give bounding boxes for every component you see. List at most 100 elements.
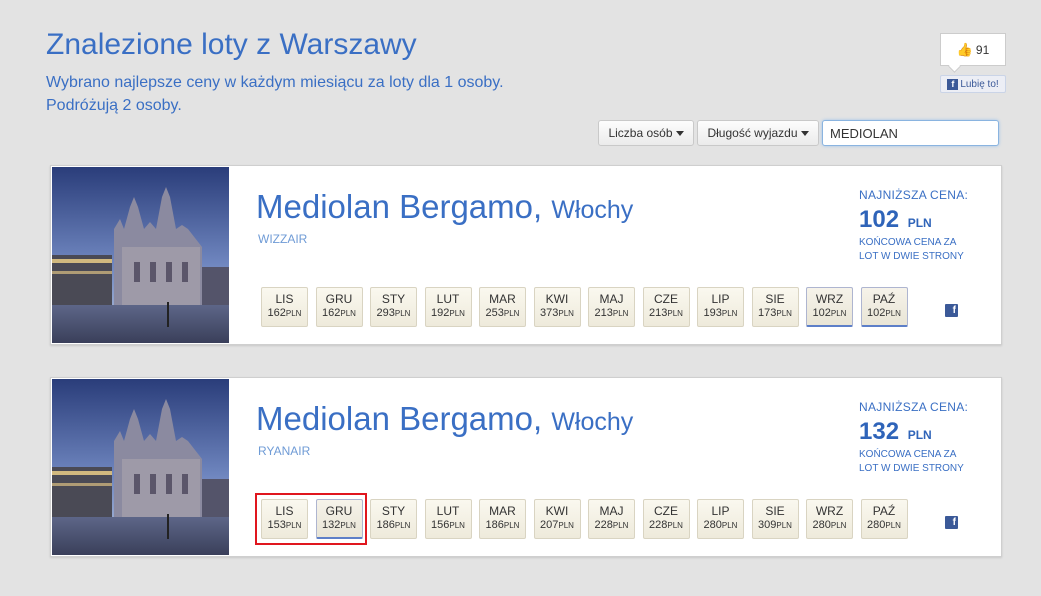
month-price-button[interactable]: PAŹ 102PLN <box>860 287 908 327</box>
facebook-like-button[interactable]: f Lubię to! <box>940 75 1006 93</box>
month-price-value: 192 <box>431 307 450 319</box>
month-price-currency: PLN <box>885 521 901 530</box>
destination-photo <box>52 167 229 343</box>
month-price-button[interactable]: LIP 193PLN <box>697 287 744 327</box>
like-count: 91 <box>975 42 990 57</box>
result-card[interactable]: Mediolan Bergamo, Włochy WIZZAIR NAJNIŻS… <box>50 165 1002 345</box>
month-price-button[interactable]: MAJ 228PLN <box>588 499 635 539</box>
trip-length-dropdown[interactable]: Długość wyjazdu <box>697 120 819 146</box>
facebook-share-button[interactable]: f <box>945 304 958 317</box>
month-label: WRZ <box>815 504 844 518</box>
month-price-button[interactable]: LIP 280PLN <box>697 499 744 539</box>
month-price-currency: PLN <box>503 309 520 318</box>
result-card[interactable]: Mediolan Bergamo, Włochy RYANAIR NAJNIŻS… <box>50 377 1002 557</box>
destination-photo <box>52 379 229 555</box>
month-price: 373PLN <box>535 307 580 319</box>
month-label: LIP <box>711 504 730 518</box>
month-price-button[interactable]: WRZ 102PLN <box>806 287 853 327</box>
month-price: 102PLN <box>862 307 907 319</box>
month-price-button[interactable]: CZE 213PLN <box>642 287 690 327</box>
subtitle-line-2: Podróżują 2 osoby. <box>46 97 182 114</box>
month-label: SIE <box>765 292 785 306</box>
month-price-value: 186 <box>376 519 395 531</box>
page-title: Znalezione loty z Warszawy <box>46 28 417 61</box>
month-price-currency: PLN <box>830 521 847 530</box>
month-price-button[interactable]: LUT 192PLN <box>424 287 472 327</box>
month-price-button[interactable]: STY 293PLN <box>370 287 417 327</box>
month-price-button[interactable]: SIE 309PLN <box>751 499 799 539</box>
month-price: 213PLN <box>644 307 689 319</box>
lowest-price-block: NAJNIŻSZA CENA: 132 PLN KOŃCOWA CENA ZA … <box>859 400 989 476</box>
month-price-button[interactable]: GRU 162PLN <box>315 287 363 327</box>
like-button-label: Lubię to! <box>960 78 999 90</box>
subtitle-line-1: Wybrano najlepsze ceny w każdym miesiącu… <box>46 74 504 91</box>
month-price-value: 173 <box>758 307 777 319</box>
month-price-currency: PLN <box>394 521 411 530</box>
country-name: Włochy <box>551 408 634 436</box>
thumbs-up-icon: 👍 <box>956 41 973 57</box>
month-price-currency: PLN <box>285 309 302 318</box>
month-label: LUT <box>436 292 460 306</box>
month-price: 309PLN <box>753 519 798 531</box>
month-label: PAŹ <box>872 292 896 306</box>
month-price: 253PLN <box>480 307 525 319</box>
month-price-value: 293 <box>376 307 395 319</box>
month-price-value: 280 <box>812 519 831 531</box>
month-price-currency: PLN <box>776 521 792 530</box>
month-label: CZE <box>654 504 678 518</box>
month-label: PAŹ <box>872 504 896 518</box>
lowest-price-value: 102 PLN <box>859 206 989 234</box>
month-price: 228PLN <box>589 519 634 531</box>
caret-down-icon <box>800 130 809 136</box>
month-price-button[interactable]: STY 186PLN <box>370 499 417 539</box>
month-price-button[interactable]: MAJ 213PLN <box>588 287 635 327</box>
month-price-button[interactable]: WRZ 280PLN <box>806 499 853 539</box>
month-price-button[interactable]: KWI 207PLN <box>533 499 581 539</box>
month-price-currency: PLN <box>449 309 465 318</box>
persons-dropdown[interactable]: Liczba osób <box>598 120 694 146</box>
month-price-value: 156 <box>431 519 450 531</box>
month-label: KWI <box>545 292 569 306</box>
price-note-line-1: KOŃCOWA CENA ZA <box>859 449 957 460</box>
caret-down-icon <box>675 130 684 136</box>
destination-name[interactable]: Mediolan Bergamo, Włochy <box>256 188 633 226</box>
month-price-value: 162 <box>322 307 341 319</box>
month-price: 102PLN <box>807 307 852 319</box>
month-price: 162PLN <box>262 307 307 319</box>
facebook-icon: f <box>947 78 959 90</box>
month-price: 280PLN <box>698 519 743 531</box>
month-label: MAR <box>489 292 516 306</box>
month-price-button[interactable]: CZE 228PLN <box>642 499 690 539</box>
month-price: 192PLN <box>426 307 471 319</box>
price-note-line-1: KOŃCOWA CENA ZA <box>859 237 957 248</box>
month-label: LIP <box>711 292 730 306</box>
month-price-currency: PLN <box>503 521 520 530</box>
month-price-currency: PLN <box>776 309 792 318</box>
month-price-button[interactable]: MAR 253PLN <box>479 287 526 327</box>
month-price-list: LIS 162PLN GRU 162PLN STY 293PLN LUT 192PLN MAR 2… <box>261 287 915 327</box>
facebook-share-button[interactable]: f <box>945 516 958 529</box>
month-price-value: 102 <box>867 307 886 319</box>
lowest-price-currency: PLN <box>907 428 932 442</box>
month-label: GRU <box>325 292 353 306</box>
lowest-price-label: NAJNIŻSZA CENA: <box>859 400 969 414</box>
trip-length-dropdown-label: Długość wyjazdu <box>707 126 798 140</box>
month-price-button[interactable]: KWI 373PLN <box>533 287 581 327</box>
month-price: 186PLN <box>480 519 525 531</box>
month-price-value: 162 <box>267 307 286 319</box>
month-label: CZE <box>654 292 678 306</box>
month-price-button[interactable]: LUT 156PLN <box>424 499 472 539</box>
destination-name[interactable]: Mediolan Bergamo, Włochy <box>256 400 633 438</box>
city-name: Mediolan Bergamo, <box>256 188 543 225</box>
month-price-button[interactable]: SIE 173PLN <box>751 287 799 327</box>
month-price-button[interactable]: MAR 186PLN <box>479 499 526 539</box>
city-name: Mediolan Bergamo, <box>256 400 543 437</box>
destination-input[interactable] <box>822 120 999 146</box>
month-label: LUT <box>436 504 460 518</box>
month-price-button[interactable]: PAŹ 280PLN <box>860 499 908 539</box>
month-label: WRZ <box>815 292 844 306</box>
month-price: 213PLN <box>589 307 634 319</box>
month-price: 207PLN <box>535 519 580 531</box>
month-price-button[interactable]: LIS 162PLN <box>261 287 308 327</box>
month-price: 162PLN <box>317 307 362 319</box>
